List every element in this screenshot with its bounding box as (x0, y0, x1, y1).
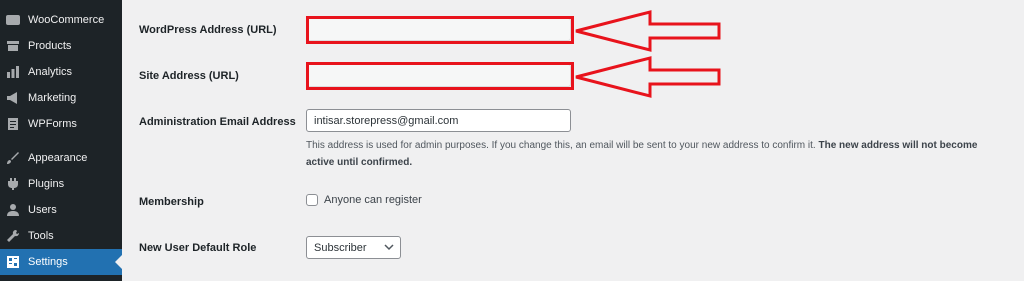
wordpress-address-arrow-icon (575, 10, 721, 52)
default-role-label: New User Default Role (139, 242, 257, 254)
settings-icon (6, 255, 20, 269)
plugins-icon (6, 177, 20, 191)
sidebar-item-woocommerce[interactable]: WooCommerce (0, 7, 122, 33)
sidebar-item-label: WooCommerce (28, 14, 105, 26)
sidebar-item-users[interactable]: Users (0, 197, 122, 223)
sidebar-item-label: Products (28, 40, 72, 52)
sidebar-item-analytics[interactable]: Analytics (0, 59, 122, 85)
tools-icon (6, 229, 20, 243)
sidebar-item-label: Plugins (28, 178, 65, 190)
default-role-select[interactable]: Subscriber (306, 236, 401, 259)
wordpress-address-label: WordPress Address (URL) (139, 24, 277, 36)
anyone-can-register-checkbox[interactable] (306, 194, 318, 206)
active-menu-indicator (115, 255, 122, 269)
analytics-icon (6, 65, 20, 79)
sidebar-item-appearance[interactable]: Appearance (0, 145, 122, 171)
appearance-icon (6, 151, 20, 165)
sidebar-item-label: Analytics (28, 66, 73, 78)
woocommerce-icon (6, 13, 20, 27)
sidebar-item-plugins[interactable]: Plugins (0, 171, 122, 197)
sidebar-item-settings[interactable]: Settings (0, 249, 122, 275)
sidebar-item-label: WPForms (28, 118, 77, 130)
sidebar-item-tools[interactable]: Tools (0, 223, 122, 249)
site-address-label: Site Address (URL) (139, 70, 239, 82)
wpforms-icon (6, 117, 20, 131)
admin-email-description-text: This address is used for admin purposes.… (306, 140, 816, 151)
sidebar-item-wpforms[interactable]: WPForms (0, 111, 122, 137)
admin-email-input[interactable] (306, 109, 571, 132)
admin-email-description: This address is used for admin purposes.… (306, 137, 996, 171)
anyone-can-register-label[interactable]: Anyone can register (324, 194, 422, 206)
wordpress-address-input[interactable] (306, 18, 571, 41)
sidebar-item-label: Appearance (28, 152, 88, 164)
sidebar-item-marketing[interactable]: Marketing (0, 85, 122, 111)
chevron-down-icon (384, 244, 394, 251)
users-icon (6, 203, 20, 217)
sidebar-item-label: Tools (28, 230, 54, 242)
admin-email-label: Administration Email Address (139, 116, 296, 128)
sidebar-item-products[interactable]: Products (0, 33, 122, 59)
sidebar-item-label: Users (28, 204, 57, 216)
default-role-selected: Subscriber (314, 241, 367, 254)
site-address-arrow-icon (575, 56, 721, 98)
site-address-input[interactable] (306, 64, 571, 87)
sidebar-item-label: Settings (28, 256, 68, 268)
products-icon (6, 39, 20, 53)
membership-label: Membership (139, 196, 204, 208)
marketing-icon (6, 91, 20, 105)
admin-sidebar: WooCommerce Products Analytics Marketing… (0, 0, 122, 281)
sidebar-item-label: Marketing (28, 92, 77, 104)
